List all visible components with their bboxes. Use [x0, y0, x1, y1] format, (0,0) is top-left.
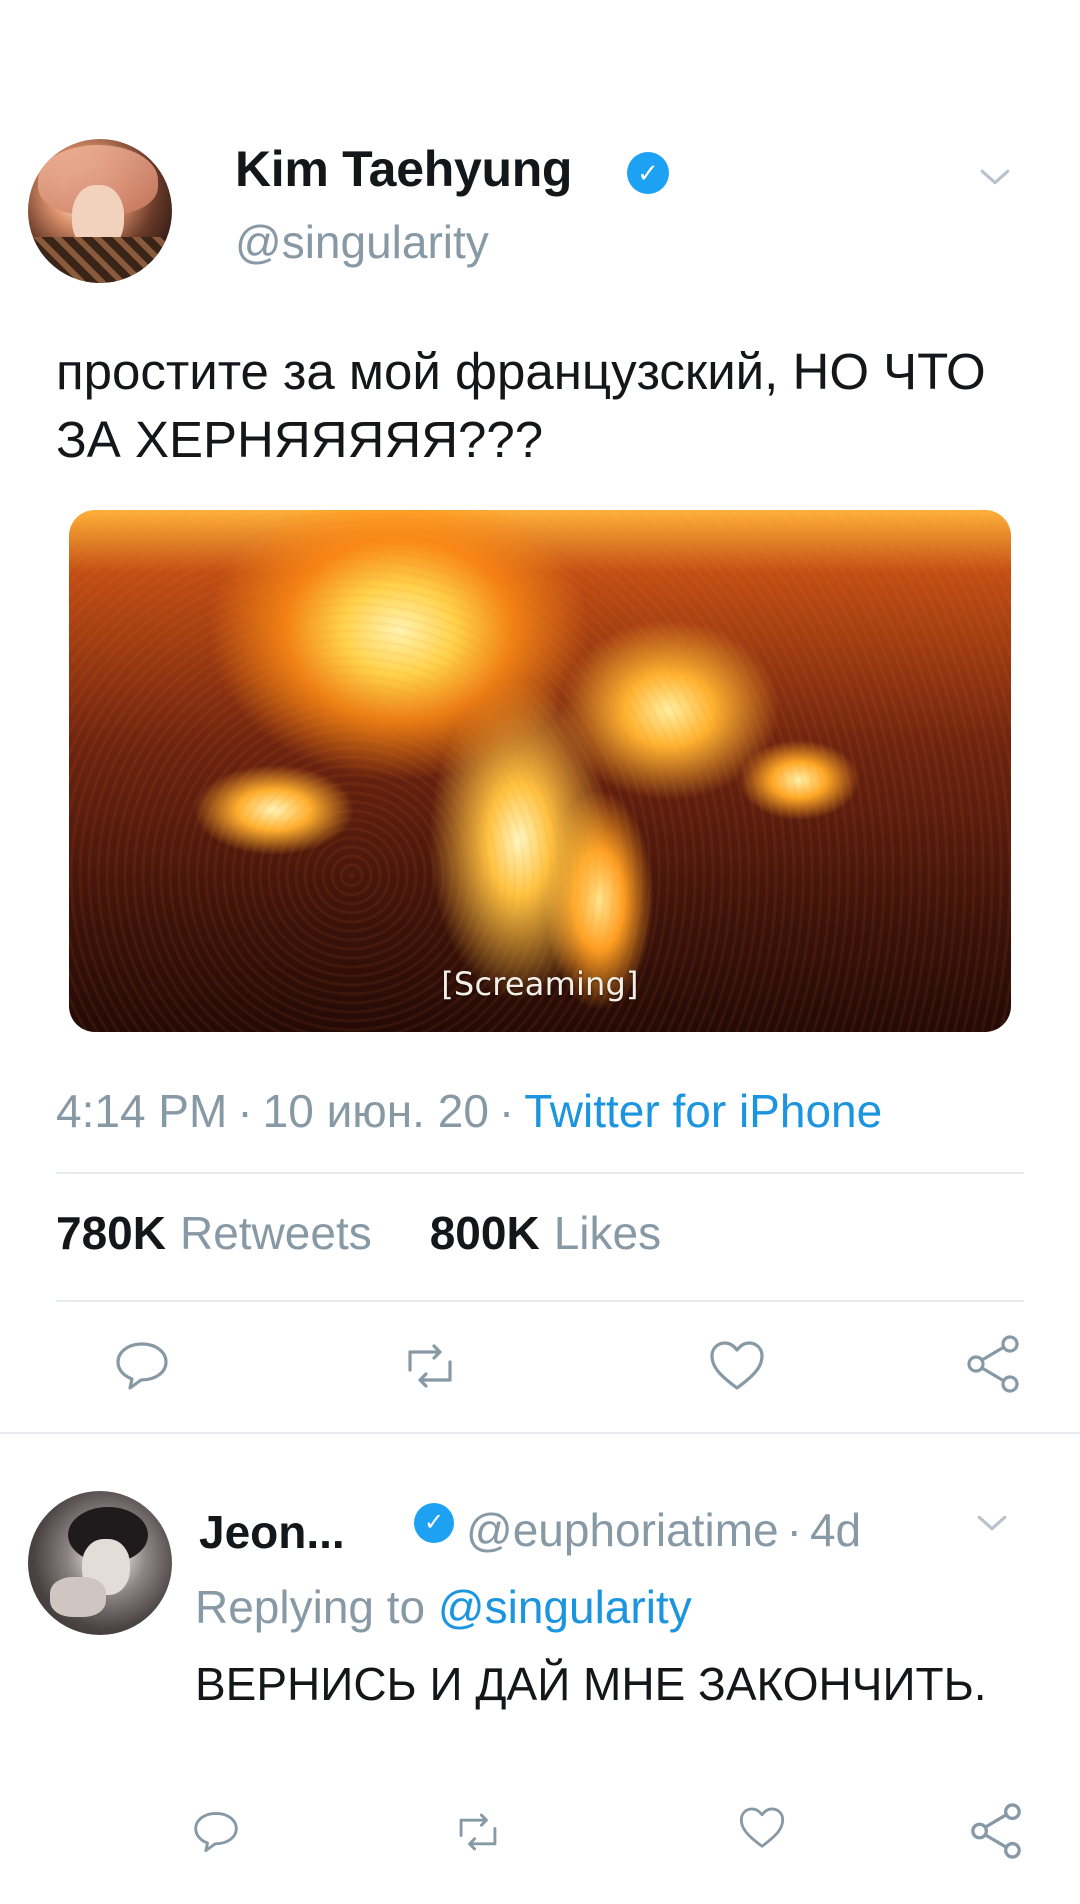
- author-handle[interactable]: @singularity: [235, 215, 489, 269]
- media-texture: [69, 510, 1011, 1032]
- likes-label[interactable]: Likes: [554, 1207, 661, 1259]
- retweets-count[interactable]: 780K: [56, 1207, 166, 1259]
- like-icon[interactable]: [708, 1340, 766, 1392]
- reply-icon[interactable]: [192, 1810, 240, 1854]
- meta-separator: ·: [786, 1504, 802, 1556]
- reply-handle-line: @euphoriatime · 4d: [466, 1503, 861, 1557]
- avatar-shirt: [28, 237, 172, 283]
- reply-age: 4d: [809, 1504, 862, 1556]
- reply-author-name[interactable]: Jeon...: [199, 1505, 345, 1559]
- meta-separator: ·: [498, 1085, 515, 1137]
- meta-separator: ·: [237, 1085, 253, 1137]
- reply-author-handle[interactable]: @euphoriatime: [466, 1504, 779, 1556]
- replying-to-mention-link[interactable]: @singularity: [438, 1581, 692, 1633]
- verified-badge-icon: ✓: [627, 152, 669, 194]
- reply-text: ВЕРНИСЬ И ДАЙ МНЕ ЗАКОНЧИТЬ.: [195, 1658, 987, 1710]
- likes-count[interactable]: 800K: [430, 1207, 540, 1259]
- tweet-time: 4:14 PM: [56, 1085, 228, 1137]
- share-icon[interactable]: [964, 1334, 1022, 1394]
- replying-to: Replying to @singularity: [195, 1580, 692, 1634]
- divider: [56, 1300, 1024, 1302]
- author-name[interactable]: Kim Taehyung: [235, 140, 572, 198]
- replying-to-label: Replying to: [195, 1581, 426, 1633]
- share-icon[interactable]: [968, 1802, 1024, 1860]
- tweet-date: 10 июн. 20: [262, 1085, 489, 1137]
- reply-author-avatar[interactable]: [28, 1491, 172, 1635]
- divider: [56, 1172, 1024, 1174]
- media-caption: [Screaming]: [441, 965, 639, 1003]
- tweet-media-image[interactable]: [Screaming]: [69, 510, 1011, 1032]
- author-avatar[interactable]: [28, 139, 172, 283]
- retweets-label[interactable]: Retweets: [180, 1207, 372, 1259]
- chevron-down-icon[interactable]: [978, 160, 1012, 194]
- tweet-source-link[interactable]: Twitter for iPhone: [524, 1085, 882, 1137]
- tweet-text: простите за мой французский, НО ЧТО ЗА Х…: [56, 343, 986, 468]
- avatar-hand: [50, 1577, 106, 1617]
- like-icon[interactable]: [738, 1806, 786, 1850]
- verified-badge-icon: ✓: [414, 1503, 454, 1543]
- tweet-stats: 780K Retweets 800K Likes: [56, 1206, 661, 1260]
- tweet-meta: 4:14 PM · 10 июн. 20 · Twitter for iPhone: [56, 1084, 882, 1138]
- section-separator: [0, 1432, 1080, 1434]
- chevron-down-icon[interactable]: [975, 1506, 1009, 1540]
- reply-icon[interactable]: [114, 1340, 170, 1392]
- retweet-icon[interactable]: [452, 1810, 504, 1854]
- retweet-icon[interactable]: [400, 1340, 460, 1392]
